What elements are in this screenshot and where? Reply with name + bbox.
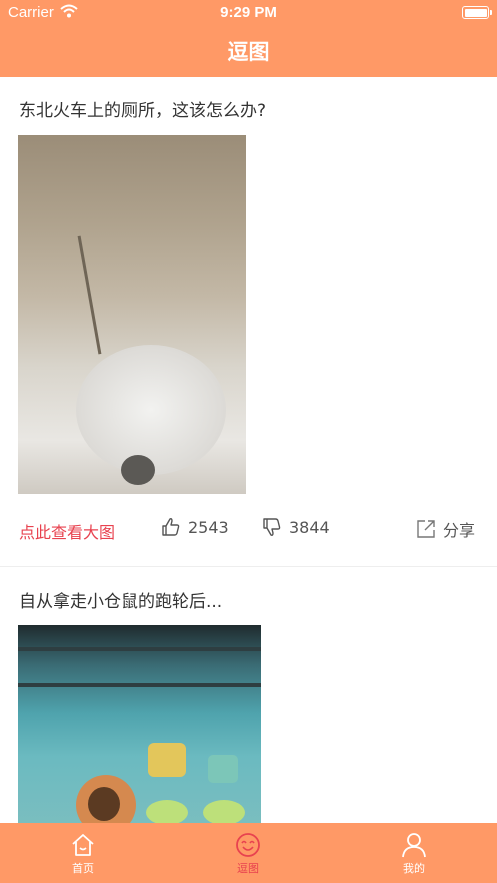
image-detail (18, 647, 261, 651)
tab-profile[interactable]: 我的 (354, 823, 474, 883)
feed-post: 东北火车上的厕所，这该怎么办? 点此查看大图 2543 3844 分享 (0, 77, 497, 567)
dislike-count: 3844 (289, 517, 330, 537)
post-actions: 点此查看大图 2543 3844 分享 (0, 515, 497, 545)
page-title: 逗图 (227, 40, 270, 64)
thumbs-up-icon (162, 518, 180, 536)
share-label: 分享 (443, 521, 476, 540)
home-icon (72, 834, 94, 856)
image-detail (208, 755, 238, 783)
dislike-button[interactable]: 3844 (262, 517, 330, 537)
image-detail (76, 345, 226, 475)
thumbs-down-icon (263, 518, 281, 536)
battery-icon (462, 6, 492, 19)
status-time: 9:29 PM (220, 4, 277, 21)
image-detail (18, 683, 261, 687)
status-bar: Carrier 9:29 PM (0, 0, 497, 26)
image-detail (203, 800, 245, 823)
joke-feed[interactable]: 东北火车上的厕所，这该怎么办? 点此查看大图 2543 3844 分享 自从拿走… (0, 77, 497, 823)
post-title: 东北火车上的厕所，这该怎么办? (19, 101, 267, 121)
view-large-image-link[interactable]: 点此查看大图 (19, 519, 115, 543)
share-icon (417, 520, 435, 538)
image-detail (88, 787, 120, 821)
image-detail (77, 235, 102, 355)
tab-funny-pics[interactable]: 逗图 (188, 823, 308, 883)
post-image[interactable] (18, 625, 261, 823)
like-button[interactable]: 2543 (161, 517, 229, 537)
bottom-tab-bar: 首页 逗图 我的 (0, 823, 497, 883)
tab-label: 我的 (403, 862, 425, 875)
image-detail (146, 800, 188, 823)
like-count: 2543 (188, 517, 229, 537)
post-title: 自从拿走小仓鼠的跑轮后... (19, 592, 223, 612)
tab-home[interactable]: 首页 (23, 823, 143, 883)
navigation-header: Carrier 9:29 PM 逗图 (0, 0, 497, 77)
tab-label: 逗图 (237, 862, 259, 875)
smiley-icon (236, 833, 260, 857)
share-button[interactable]: 分享 (416, 517, 475, 541)
tab-label: 首页 (72, 862, 94, 875)
image-detail (121, 455, 155, 485)
person-icon (402, 833, 426, 858)
post-image[interactable] (18, 135, 246, 494)
image-detail (148, 743, 186, 777)
